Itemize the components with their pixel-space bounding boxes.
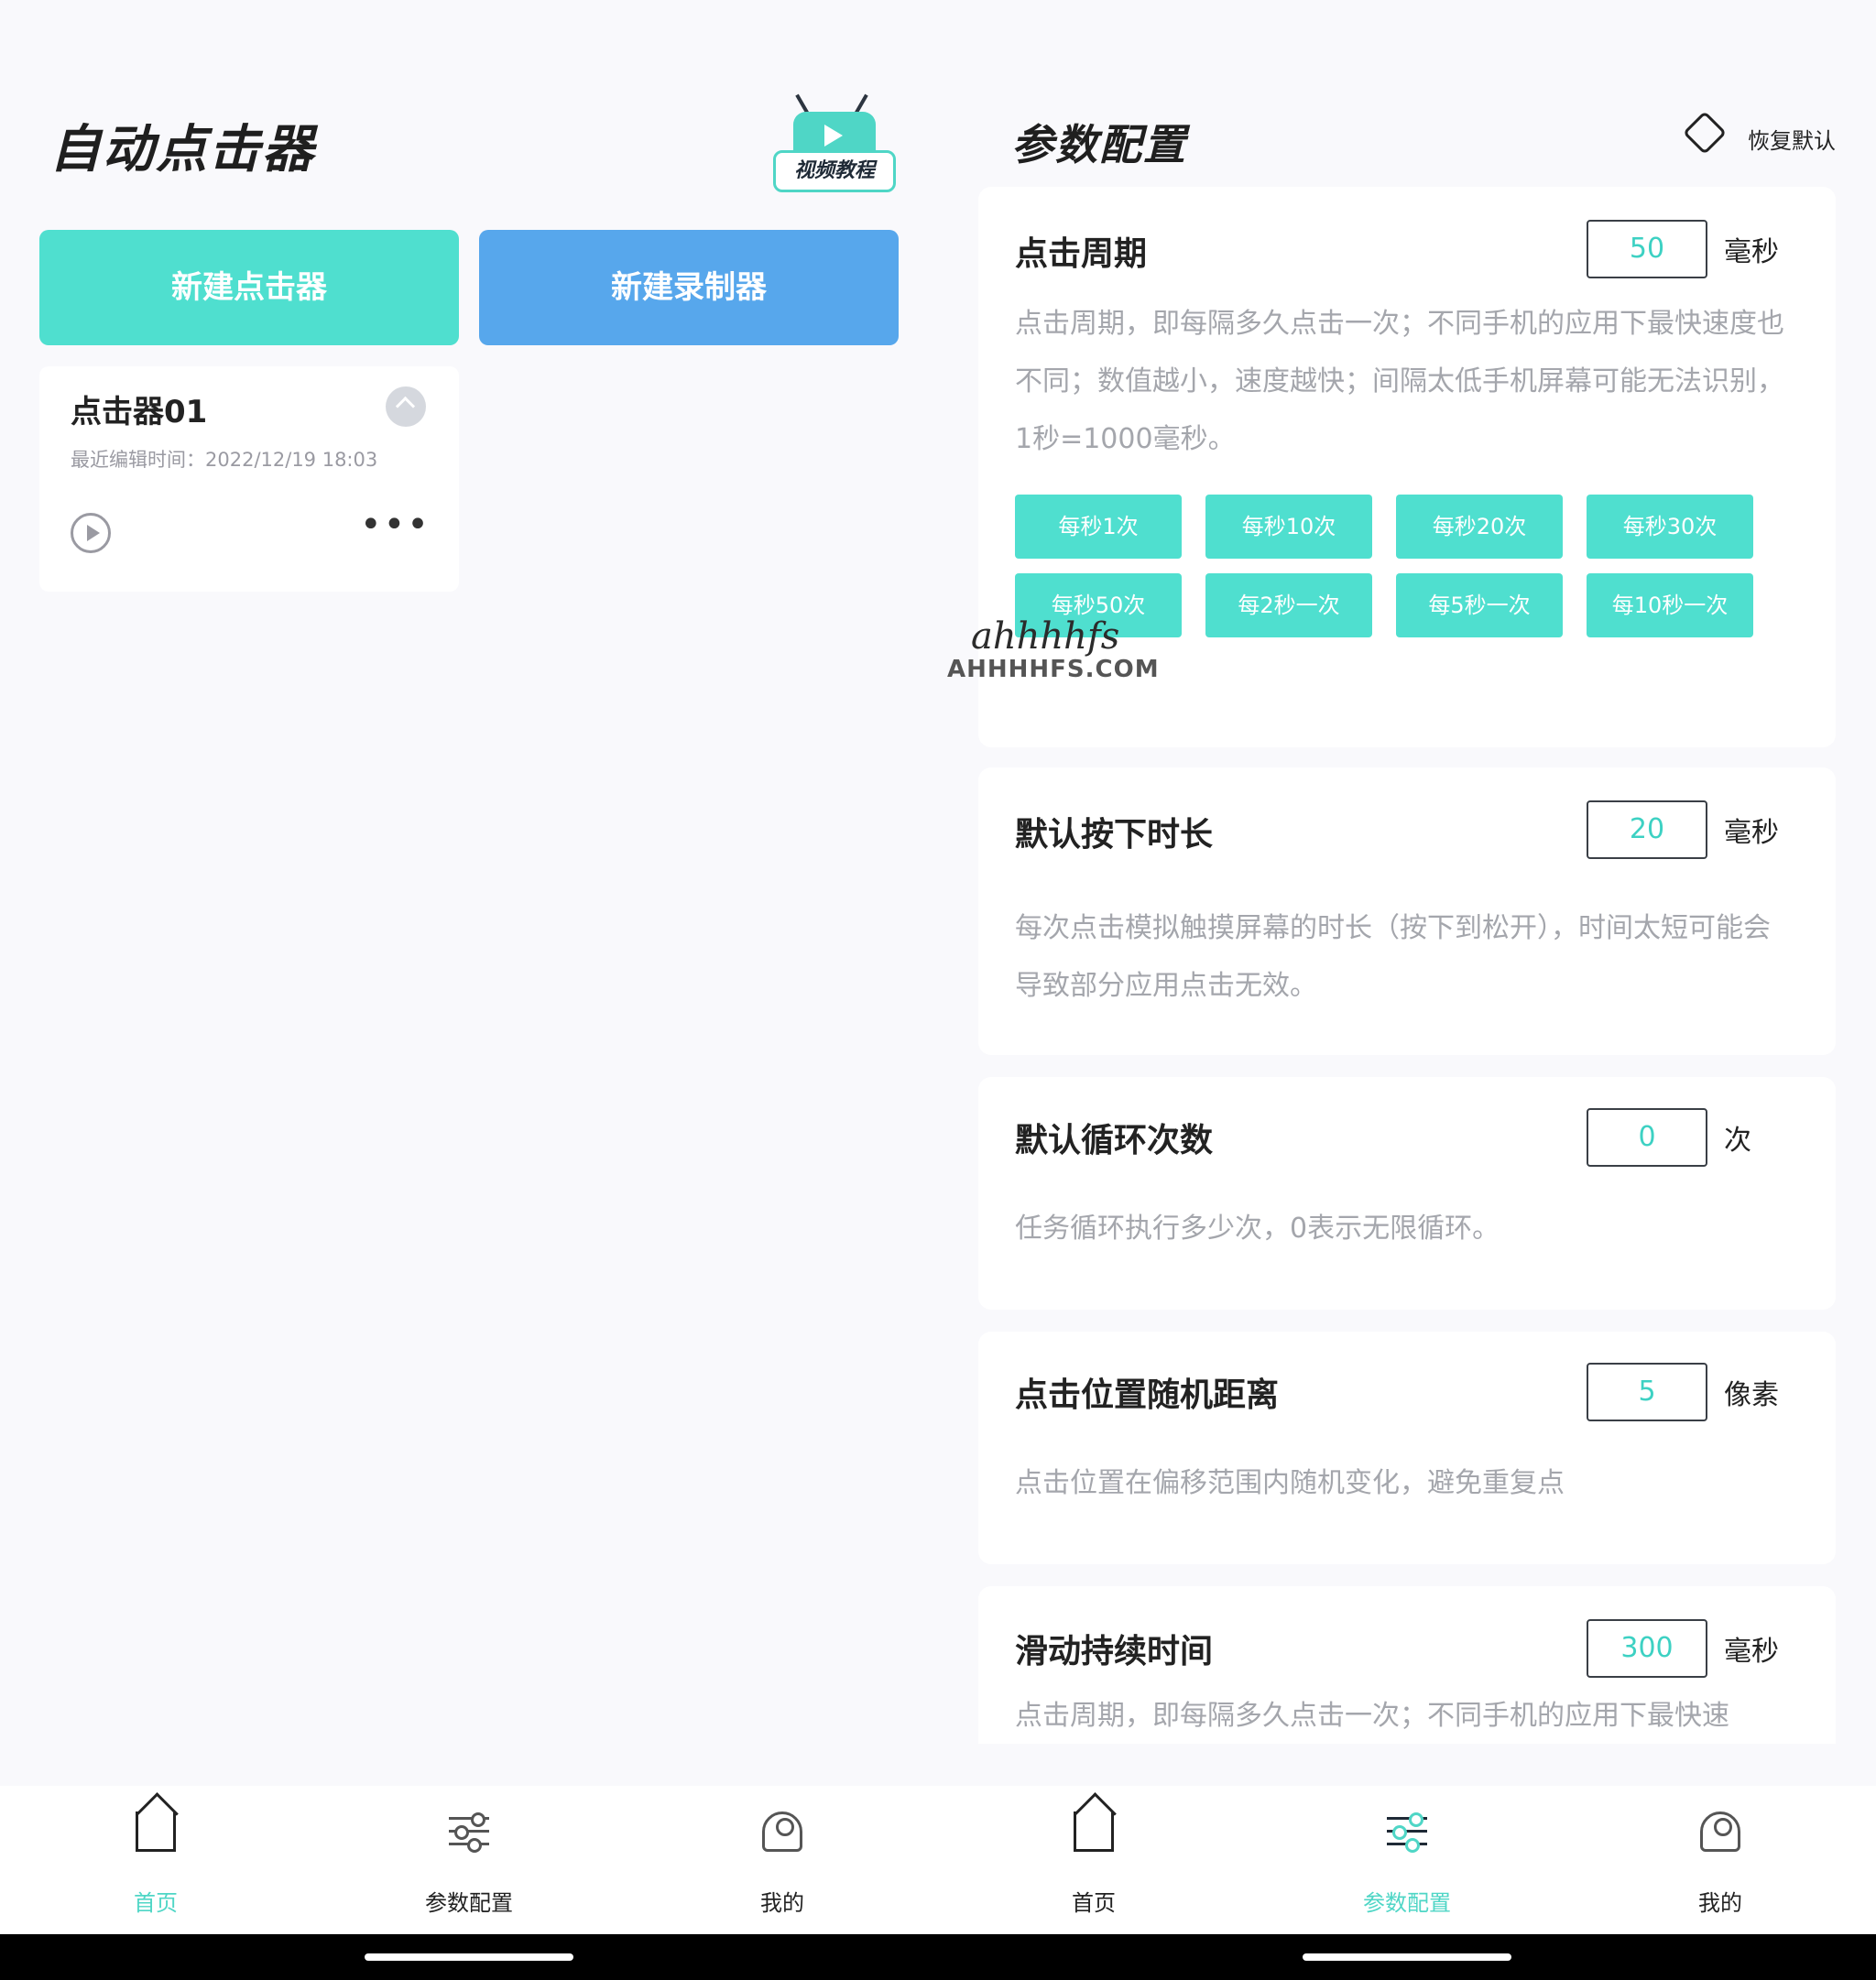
config-unit: 毫秒 [1724,1636,1779,1668]
nav-home-label: 首页 [134,1890,178,1916]
preset-button[interactable]: 每10秒一次 [1587,573,1753,637]
nav-home[interactable]: 首页 [1002,1786,1185,1934]
new-clicker-button[interactable]: 新建点击器 [39,230,459,345]
nav-settings[interactable]: 参数配置 [377,1786,561,1934]
bottom-nav: 首页 参数配置 我的 [0,1786,938,1934]
bottom-nav: 首页 参数配置 我的 [938,1786,1876,1934]
settings-screen: 参数配置 恢复默认 点击周期 50 毫秒 点击周期，即每隔多久点击一次；不同手机… [938,0,1876,1980]
nav-settings-label: 参数配置 [425,1890,513,1916]
collapse-icon[interactable] [386,386,426,427]
system-navigation-bar [0,1934,1876,1980]
home-indicator[interactable] [365,1953,573,1961]
config-desc: 点击周期，即每隔多久点击一次；不同手机的应用下最快速度也不同；数值越小，速度越快… [1015,308,1784,455]
user-icon [762,1811,802,1852]
nav-settings[interactable]: 参数配置 [1315,1786,1499,1934]
config-unit: 毫秒 [1724,817,1779,849]
nav-profile-label: 我的 [760,1890,804,1916]
config-card-swipe-duration: 滑动持续时间 300 毫秒 点击周期，即每隔多久点击一次；不同手机的应用下最快速 [978,1586,1836,1744]
config-desc: 每次点击模拟触摸屏幕的时长（按下到松开），时间太短可能会导致部分应用点击无效。 [1015,912,1771,1002]
nav-settings-label: 参数配置 [1363,1890,1451,1916]
random-distance-input[interactable]: 5 [1587,1363,1707,1421]
config-title: 点击位置随机距离 [1015,1376,1280,1414]
nav-profile[interactable]: 我的 [691,1786,874,1934]
config-title: 默认循环次数 [1015,1122,1214,1159]
config-desc: 点击位置在偏移范围内随机变化，避免重复点 [1015,1467,1565,1499]
settings-icon [449,1811,489,1853]
preset-button[interactable]: 每秒1次 [1015,495,1182,559]
press-duration-input[interactable]: 20 [1587,800,1707,859]
config-card-loop-count: 默认循环次数 0 次 任务循环执行多少次，0表示无限循环。 [978,1077,1836,1310]
watermark-domain: AHHHHFS.COM [947,656,1160,683]
config-card-random-distance: 点击位置随机距离 5 像素 点击位置在偏移范围内随机变化，避免重复点 [978,1332,1836,1564]
config-title: 点击周期 [1015,235,1148,273]
app-title: 自动点击器 [49,120,315,180]
video-tutorial-button[interactable]: 视频教程 [773,92,896,192]
home-icon [1074,1811,1114,1852]
settings-icon [1387,1811,1427,1853]
last-edit-time: 最近编辑时间：2022/12/19 18:03 [71,449,378,471]
clicker-name: 点击器01 [71,394,208,430]
preset-button[interactable]: 每5秒一次 [1396,573,1563,637]
user-icon [1700,1811,1740,1852]
preset-button[interactable]: 每秒30次 [1587,495,1753,559]
config-desc: 点击周期，即每隔多久点击一次；不同手机的应用下最快速 [1015,1700,1729,1732]
nav-home[interactable]: 首页 [64,1786,247,1934]
watermark: ahhhhfs AHHHHFS.COM [947,615,1159,689]
preset-button[interactable]: 每秒10次 [1205,495,1372,559]
play-clicker-icon[interactable] [71,513,111,553]
watermark-brand: ahhhhfs [971,615,1120,658]
restore-default-button[interactable]: 恢复默认 [1748,123,1836,155]
click-period-input[interactable]: 50 [1587,220,1707,278]
preset-button[interactable]: 每2秒一次 [1205,573,1372,637]
loop-count-input[interactable]: 0 [1587,1108,1707,1167]
new-recorder-button[interactable]: 新建录制器 [479,230,899,345]
more-options-icon[interactable]: ••• [360,504,431,546]
preset-button[interactable]: 每秒20次 [1396,495,1563,559]
restore-icon[interactable] [1682,110,1728,156]
home-icon [136,1811,176,1852]
config-title: 默认按下时长 [1015,816,1214,854]
home-indicator[interactable] [1303,1953,1511,1961]
swipe-duration-input[interactable]: 300 [1587,1619,1707,1678]
nav-home-label: 首页 [1072,1890,1116,1916]
page-title: 参数配置 [1011,120,1187,169]
nav-profile[interactable]: 我的 [1629,1786,1812,1934]
config-card-press-duration: 默认按下时长 20 毫秒 每次点击模拟触摸屏幕的时长（按下到松开），时间太短可能… [978,767,1836,1055]
config-unit: 像素 [1724,1379,1779,1411]
config-unit: 次 [1724,1125,1751,1157]
config-desc: 任务循环执行多少次，0表示无限循环。 [1015,1213,1500,1245]
config-unit: 毫秒 [1724,236,1779,268]
video-tutorial-label: 视频教程 [773,150,896,192]
home-screen: 自动点击器 视频教程 新建点击器 新建录制器 点击器01 最近编辑时间：2022… [0,0,938,1980]
config-title: 滑动持续时间 [1015,1633,1214,1670]
clicker-card[interactable]: 点击器01 最近编辑时间：2022/12/19 18:03 ••• [39,366,459,592]
nav-profile-label: 我的 [1698,1890,1742,1916]
play-icon [824,125,843,147]
